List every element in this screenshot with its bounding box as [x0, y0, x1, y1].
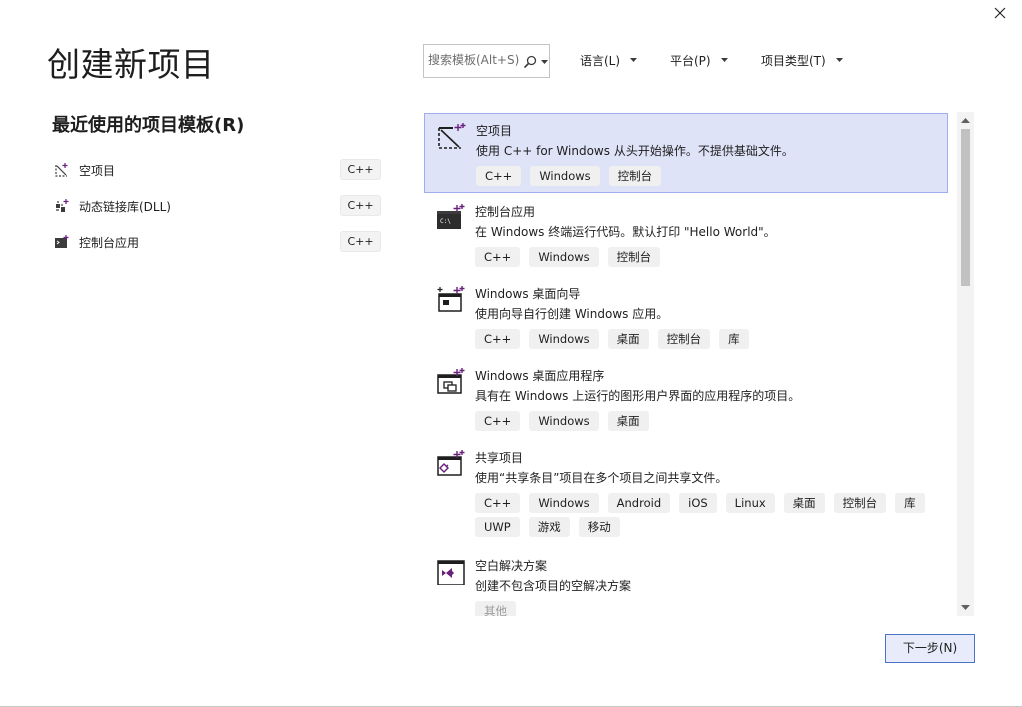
template-item-desktop-wizard[interactable]: Windows 桌面向导 使用向导自行创建 Windows 应用。 C++ Wi… — [424, 277, 948, 357]
tag: Linux — [725, 493, 775, 513]
chevron-down-icon — [721, 58, 728, 62]
language-badge: C++ — [340, 195, 381, 216]
language-badge: C++ — [340, 231, 381, 252]
template-tags: 其他 — [475, 601, 935, 616]
tag: C++ — [476, 166, 522, 186]
project-type-filter-dropdown[interactable]: 项目类型(T) — [761, 52, 846, 72]
close-button[interactable] — [986, 2, 1014, 24]
recent-item-console-app[interactable]: 控制台应用 C++ — [50, 226, 385, 262]
recent-templates-list: 空项目 C++ 动态链接库(DLL) C++ 控制台应用 C++ — [50, 154, 385, 262]
template-item-console-app[interactable]: C:\ 控制台应用 在 Windows 终端运行代码。默认打印 "Hello W… — [424, 195, 948, 275]
console-app-icon — [54, 234, 70, 250]
close-icon — [994, 7, 1006, 19]
template-name: 空白解决方案 — [475, 559, 548, 573]
template-description: 使用 C++ for Windows 从头开始操作。不提供基础文件。 — [476, 144, 794, 158]
visual-studio-icon — [436, 557, 466, 586]
project-type-filter-label: 项目类型(T) — [761, 54, 826, 68]
console-app-icon: C:\ — [436, 203, 466, 231]
shared-project-icon — [436, 449, 466, 477]
recent-item-label: 动态链接库(DLL) — [79, 200, 171, 214]
template-name: Windows 桌面向导 — [475, 287, 581, 301]
tag: 库 — [719, 329, 749, 349]
template-item-blank-solution[interactable]: 空白解决方案 创建不包含项目的空解决方案 其他 — [424, 549, 948, 616]
next-button[interactable]: 下一步(N) — [885, 634, 975, 663]
platform-filter-dropdown[interactable]: 平台(P) — [670, 52, 732, 72]
language-filter-label: 语言(L) — [580, 54, 621, 68]
template-tags: C++ Windows 桌面 — [475, 411, 935, 431]
template-search-input[interactable] — [428, 53, 522, 67]
template-list-scrollbar[interactable] — [957, 112, 974, 616]
template-name: Windows 桌面应用程序 — [475, 369, 605, 383]
template-description: 具有在 Windows 上运行的图形用户界面的应用程序的项目。 — [475, 389, 801, 403]
svg-text:C:\: C:\ — [440, 218, 451, 225]
tag: Windows — [529, 411, 599, 431]
tag: 游戏 — [528, 517, 570, 537]
template-item-shared-project[interactable]: 共享项目 使用“共享条目”项目在多个项目之间共享文件。 C++ Windows … — [424, 441, 948, 547]
language-filter-dropdown[interactable]: 语言(L) — [580, 52, 640, 72]
recent-item-label: 空项目 — [79, 164, 116, 178]
create-project-dialog: 创建新项目 最近使用的项目模板(R) 空项目 C++ 动态链接库(DLL) C+… — [0, 0, 1022, 707]
chevron-down-icon — [836, 58, 843, 62]
template-description: 在 Windows 终端运行代码。默认打印 "Hello World"。 — [475, 225, 776, 239]
scroll-down-button[interactable] — [957, 599, 974, 616]
template-item-desktop-app[interactable]: Windows 桌面应用程序 具有在 Windows 上运行的图形用户界面的应用… — [424, 359, 948, 439]
tag: 移动 — [578, 517, 620, 537]
tag: Windows — [529, 329, 599, 349]
template-tags: C++ Windows Android iOS Linux 桌面 控制台 库 U… — [475, 493, 935, 537]
tag: 其他 — [475, 601, 516, 616]
template-tags: C++ Windows 控制台 — [476, 166, 936, 186]
tag: Windows — [530, 166, 600, 186]
template-tags: C++ Windows 桌面 控制台 库 — [475, 329, 935, 349]
template-description: 创建不包含项目的空解决方案 — [475, 579, 632, 593]
tag: Android — [607, 493, 671, 513]
recent-templates-heading: 最近使用的项目模板(R) — [52, 115, 245, 136]
template-name: 共享项目 — [475, 451, 524, 465]
template-item-empty-project[interactable]: 空项目 使用 C++ for Windows 从头开始操作。不提供基础文件。 C… — [424, 113, 948, 193]
template-description: 使用向导自行创建 Windows 应用。 — [475, 307, 669, 321]
tag: 控制台 — [608, 166, 662, 186]
tag: 桌面 — [607, 411, 649, 431]
dll-icon — [54, 198, 70, 214]
empty-project-icon — [54, 162, 70, 178]
tag: 桌面 — [783, 493, 825, 513]
tag: UWP — [475, 517, 520, 537]
search-icon — [523, 55, 537, 69]
language-badge: C++ — [340, 159, 381, 180]
chevron-down-icon[interactable] — [541, 60, 548, 64]
tag: C++ — [475, 329, 521, 349]
recent-item-empty-project[interactable]: 空项目 C++ — [50, 154, 385, 190]
tag: 控制台 — [607, 247, 661, 267]
empty-project-icon — [437, 122, 467, 150]
chevron-down-icon — [630, 58, 637, 62]
tag: 库 — [895, 493, 925, 513]
desktop-wizard-icon — [436, 285, 466, 313]
tag: C++ — [475, 411, 521, 431]
template-list: 空项目 使用 C++ for Windows 从头开始操作。不提供基础文件。 C… — [424, 112, 950, 616]
template-description: 使用“共享条目”项目在多个项目之间共享文件。 — [475, 471, 728, 485]
chevron-up-icon — [961, 118, 970, 123]
tag: 桌面 — [607, 329, 649, 349]
template-name: 空项目 — [476, 124, 513, 138]
chevron-down-icon — [961, 605, 970, 610]
tag: Windows — [529, 493, 599, 513]
tag: Windows — [529, 247, 599, 267]
template-search-box[interactable] — [423, 44, 550, 78]
desktop-app-icon — [436, 367, 466, 395]
tag: C++ — [475, 247, 521, 267]
tag: C++ — [475, 493, 521, 513]
template-name: 控制台应用 — [475, 205, 536, 219]
page-title: 创建新项目 — [47, 45, 215, 84]
template-tags: C++ Windows 控制台 — [475, 247, 935, 267]
platform-filter-label: 平台(P) — [670, 54, 711, 68]
tag: 控制台 — [833, 493, 887, 513]
recent-item-label: 控制台应用 — [79, 236, 140, 250]
tag: 控制台 — [657, 329, 711, 349]
scrollbar-thumb[interactable] — [961, 129, 970, 286]
tag: iOS — [679, 493, 717, 513]
recent-item-dll[interactable]: 动态链接库(DLL) C++ — [50, 190, 385, 226]
scroll-up-button[interactable] — [957, 112, 974, 129]
